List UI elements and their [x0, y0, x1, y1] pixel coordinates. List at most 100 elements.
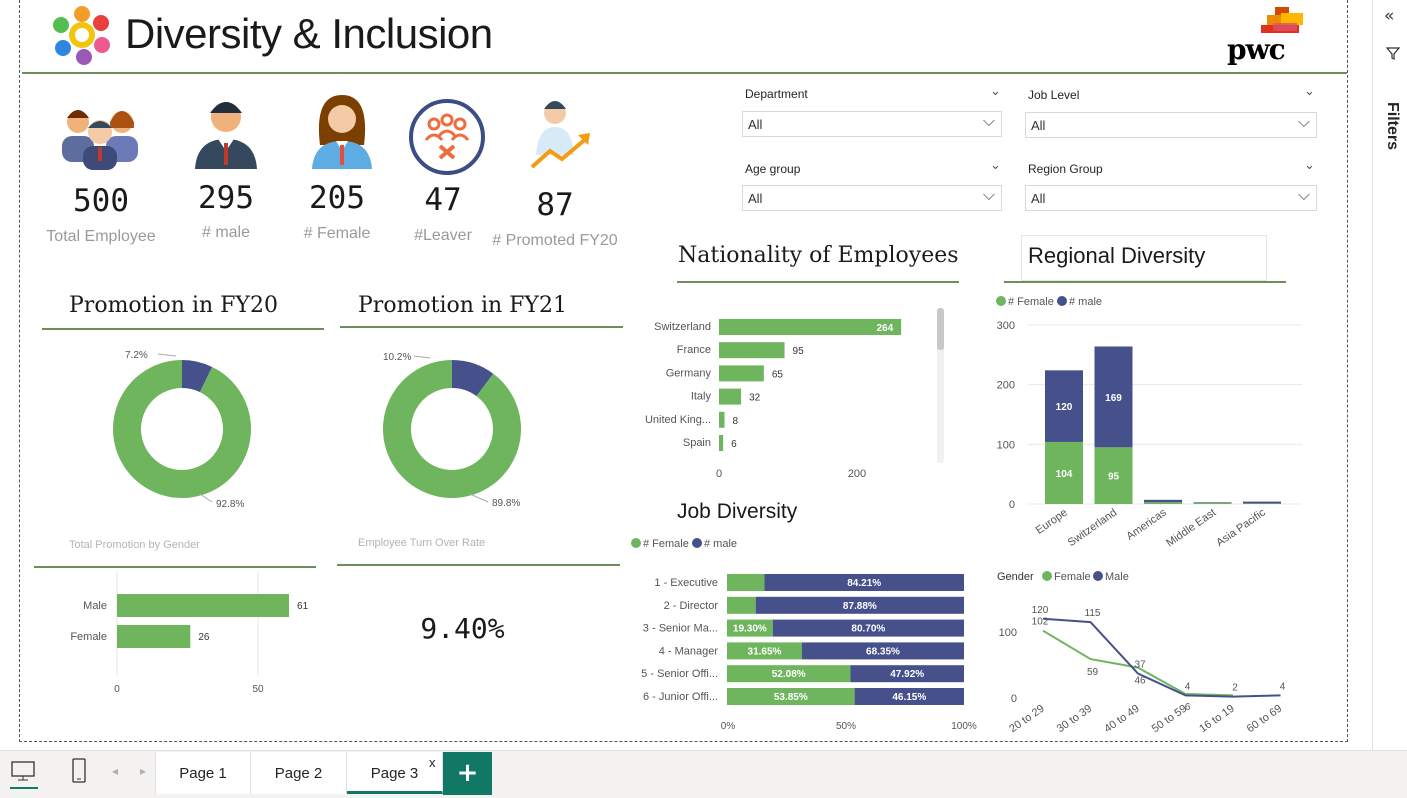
nat-label: Germany [666, 367, 712, 379]
nat-bar [719, 342, 785, 359]
regional-ytick: 100 [997, 439, 1015, 451]
leaver-icon [409, 99, 485, 175]
job-label-female: 52.08% [772, 669, 806, 680]
line-value: 115 [1085, 608, 1101, 619]
promo21-divider [340, 326, 623, 328]
pwc-logo: pwc [1225, 5, 1305, 66]
regional-category: Switzerland [1066, 507, 1119, 549]
collapse-pane-icon[interactable]: « [1384, 6, 1394, 26]
slicer-age-group-label: Age group [745, 162, 801, 176]
nat-label: Switzerland [654, 321, 711, 333]
slicer-age-group-value: All [748, 191, 763, 206]
scrollbar-thumb[interactable] [937, 308, 944, 350]
chevron-down-icon[interactable]: ⌄ [990, 83, 1001, 99]
slicer-age-group-dropdown[interactable]: All ⌵ [742, 185, 1002, 211]
promo-gender-divider [34, 566, 316, 568]
line-category: 50 to 59 [1150, 703, 1189, 736]
nationality-bar-chart: Switzerland 264 France 95 Germany 65 Italy 32 Un… [645, 308, 944, 480]
line-value: 37 [1134, 660, 1146, 671]
chevron-down-icon[interactable]: ⌄ [990, 157, 1001, 173]
regional-category: Asia Pacific [1214, 506, 1268, 549]
promo20-slice-1 [113, 360, 252, 498]
nationality-divider [677, 281, 959, 283]
kpi-promoted-label: # Promoted FY20 [492, 232, 618, 249]
kpi-promoted-value: 87 [536, 187, 574, 223]
nat-value: 65 [772, 369, 784, 380]
chevron-down-icon: ⌵ [1297, 187, 1310, 204]
nat-label: Italy [691, 391, 712, 403]
promo21-donut-chart: 10.2% 89.8% [383, 352, 521, 509]
kpi-total-employee-value: 500 [73, 183, 129, 219]
nat-value: 6 [731, 439, 737, 450]
desktop-view-underline [10, 787, 38, 789]
slicer-department-label: Department [745, 87, 808, 101]
turnover-divider [337, 564, 620, 566]
line-legend-title: Gender [997, 571, 1034, 583]
job-label-male: 84.21% [847, 578, 881, 589]
desktop-view-icon[interactable] [10, 760, 36, 784]
job-label-female: 31.65% [748, 646, 782, 657]
line-value: 4 [1185, 681, 1191, 692]
close-tab-icon[interactable]: x [429, 755, 436, 770]
promo20-label-male: 7.2% [125, 350, 148, 361]
regional-bar-female [1243, 503, 1281, 504]
job-xtick-100: 100% [951, 721, 977, 732]
line-value: 2 [1232, 683, 1238, 694]
promo21-label-female: 89.8% [492, 498, 520, 509]
nat-label: United King... [645, 414, 711, 426]
team-icon [62, 110, 138, 170]
scroll-left-icon[interactable]: ◂ [112, 764, 118, 778]
slicer-job-level-dropdown[interactable]: All ⌵ [1025, 112, 1317, 138]
diversity-logo-icon [53, 6, 110, 65]
job-legend-female: # Female [643, 538, 689, 550]
regional-legend-male: # male [1069, 296, 1102, 308]
pg-category: Female [70, 631, 107, 643]
chevron-down-icon[interactable]: ⌄ [1304, 157, 1315, 173]
regional-bar-male [1144, 499, 1182, 503]
job-label-male: 80.70% [851, 624, 885, 635]
regional-category: Europe [1034, 507, 1070, 537]
job-label-female: 19.30% [733, 624, 767, 635]
line-value: 4 [1280, 681, 1286, 692]
mobile-view-icon[interactable] [70, 758, 88, 784]
filters-pane-label[interactable]: Filters [1383, 102, 1401, 150]
slicer-department-dropdown[interactable]: All ⌵ [742, 111, 1002, 137]
tab-page-1[interactable]: Page 1 [156, 752, 251, 794]
nat-bar [719, 435, 724, 451]
job-diversity-chart: # Female # male 1 - Executive 84.21% 2 - D… [631, 538, 977, 732]
total-promo-gender-title: Total Promotion by Gender [69, 539, 200, 551]
job-category: 6 - Junior Offi... [643, 691, 718, 703]
line-category: 40 to 49 [1102, 703, 1141, 736]
line-ytick: 100 [999, 627, 1017, 639]
female-icon [312, 95, 372, 169]
slicer-job-level-label: Job Level [1028, 88, 1080, 102]
promo20-title: Promotion in FY20 [69, 293, 278, 318]
line-value: 120 [1032, 605, 1049, 616]
nat-xtick-200: 200 [848, 468, 866, 480]
filter-icon[interactable] [1386, 46, 1400, 60]
line-legend-female: Female [1054, 571, 1091, 583]
slicer-region-group-value: All [1031, 191, 1046, 206]
line-ytick: 0 [1011, 693, 1017, 705]
regional-bar-female [1193, 502, 1232, 504]
tab-page-2[interactable]: Page 2 [251, 752, 347, 794]
promo-gender-bar-chart: Male 61 Female 26 0 50 [70, 572, 309, 695]
line-legend-male: Male [1105, 571, 1129, 583]
job-label-male: 47.92% [890, 669, 924, 680]
age-gender-line-chart: Gender Female Male 010010259466120 115374… [997, 571, 1286, 736]
promotion-icon [530, 101, 590, 169]
nat-bar [719, 319, 902, 335]
nat-value: 8 [733, 416, 739, 427]
promo20-label-female: 92.8% [216, 499, 244, 510]
chevron-down-icon[interactable]: ⌄ [1304, 83, 1315, 99]
slicer-region-group-dropdown[interactable]: All ⌵ [1025, 185, 1317, 211]
regional-value-female: 104 [1056, 469, 1073, 480]
nat-bar [719, 388, 742, 405]
regional-value-male: 169 [1105, 393, 1122, 404]
page-title: Diversity & Inclusion [125, 10, 493, 57]
job-category: 2 - Director [664, 600, 719, 612]
promo20-donut-chart: 7.2% 92.8% [113, 350, 252, 510]
promo21-title: Promotion in FY21 [358, 293, 567, 318]
add-page-button[interactable]: + [443, 752, 492, 795]
scroll-right-icon[interactable]: ▸ [140, 764, 146, 778]
